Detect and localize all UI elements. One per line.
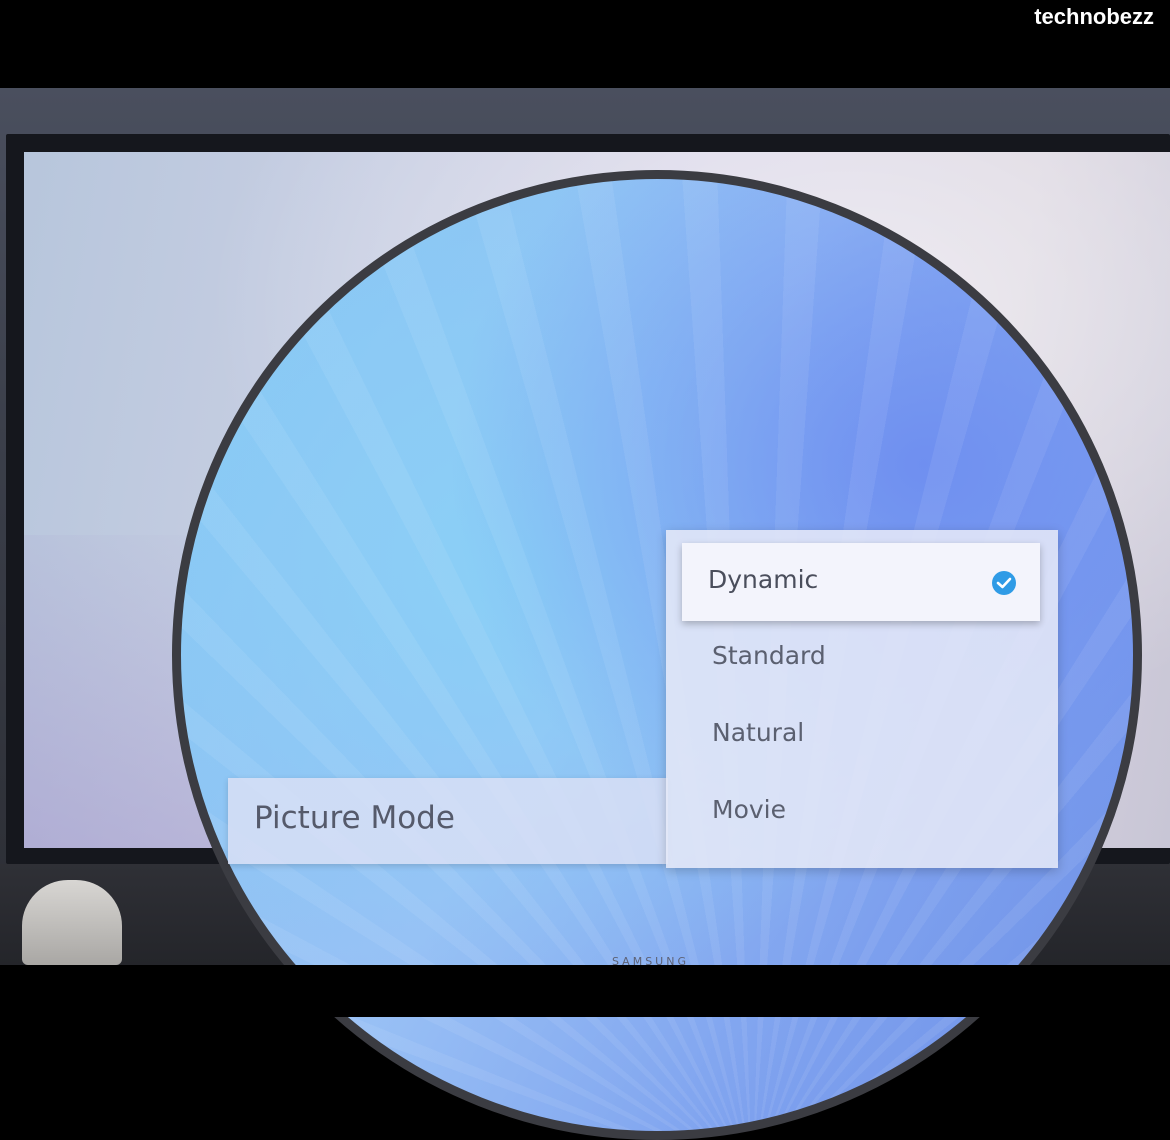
check-circle-icon	[992, 571, 1016, 595]
menu-item-label: Natural	[712, 718, 805, 747]
watermark-logo: technobezz	[1034, 4, 1154, 29]
picture-mode-setting[interactable]: Picture Mode	[228, 778, 668, 864]
menu-item-natural[interactable]: Natural	[682, 697, 1040, 775]
menu-item-standard[interactable]: Standard	[682, 620, 1040, 698]
menu-item-dynamic[interactable]: Dynamic	[682, 543, 1040, 621]
picture-mode-label: Picture Mode	[254, 800, 455, 836]
menu-item-movie[interactable]: Movie	[682, 774, 1040, 852]
bottom-black-bar	[0, 965, 1170, 1017]
top-black-bar: technobezz	[0, 0, 1170, 88]
smart-speaker	[22, 880, 122, 965]
menu-item-label: Dynamic	[708, 565, 819, 594]
picture-mode-menu: Dynamic Standard Natural Movie	[666, 530, 1058, 868]
menu-item-label: Standard	[712, 641, 826, 670]
menu-item-label: Movie	[712, 795, 786, 824]
